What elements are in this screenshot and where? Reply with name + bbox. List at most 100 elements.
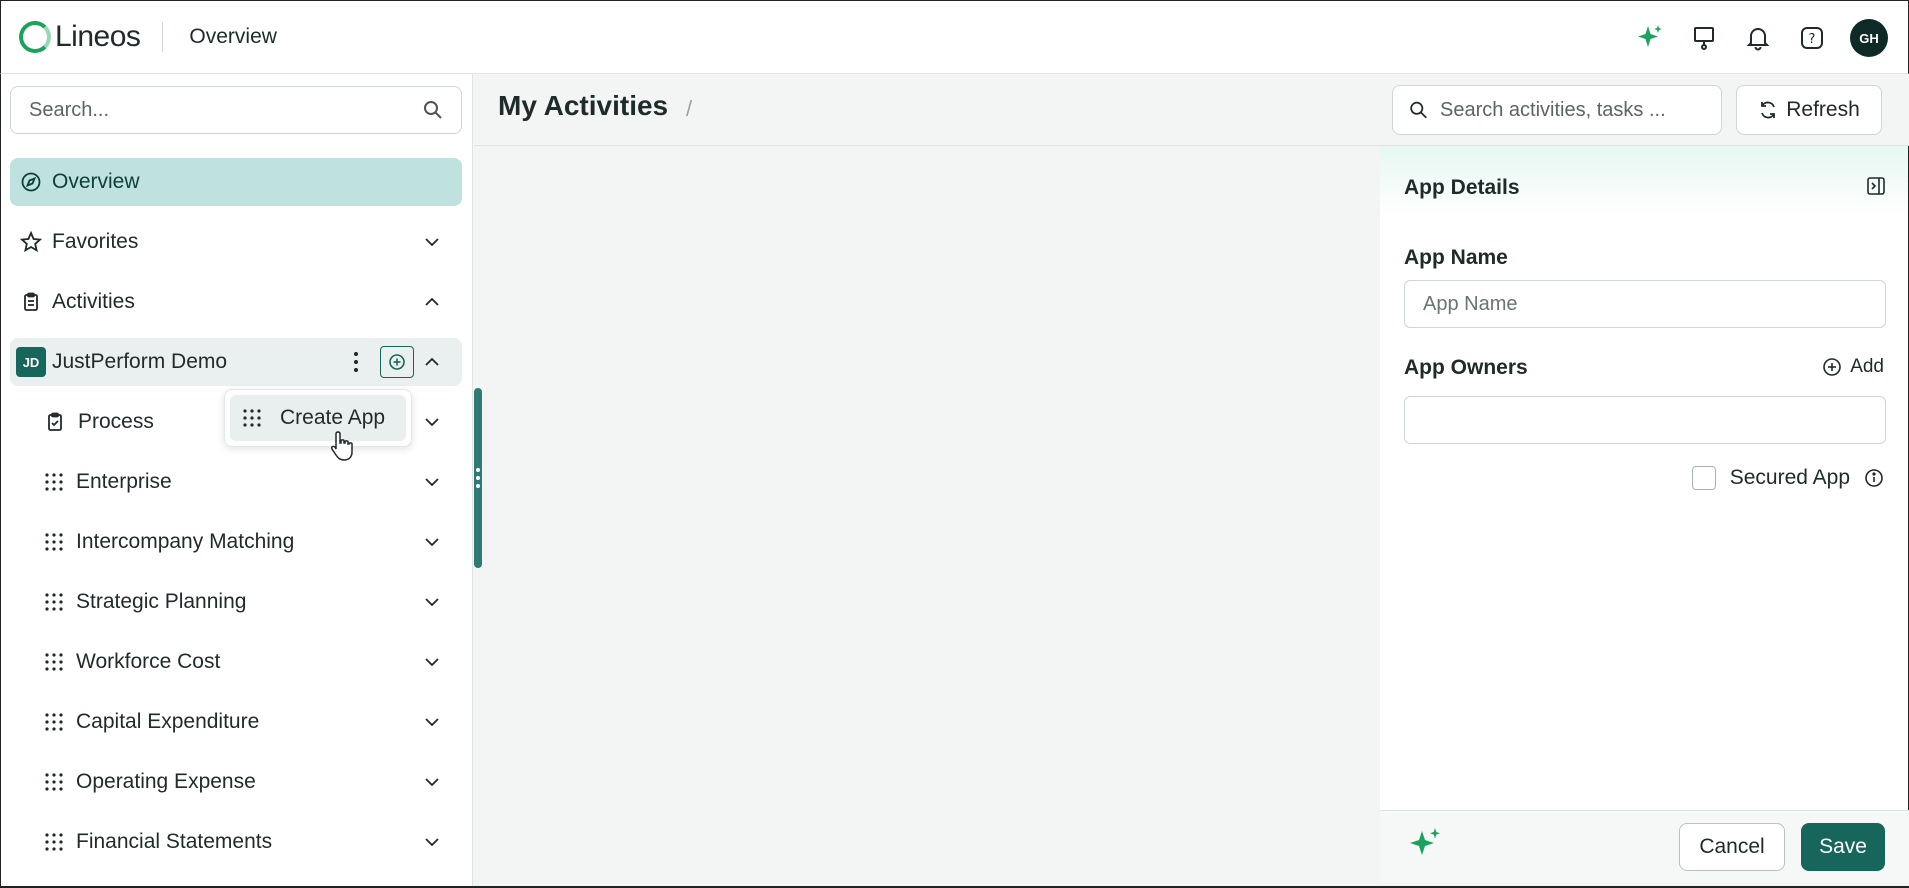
create-app-label: Create App <box>280 406 386 429</box>
grid-icon <box>45 833 63 851</box>
top-bar: Lineos Overview ? GH <box>0 0 1909 74</box>
refresh-button[interactable]: Refresh <box>1736 85 1882 135</box>
more-options-icon[interactable] <box>346 350 366 374</box>
app-name-label: App Name <box>1404 246 1508 269</box>
page-title: Overview <box>189 25 277 48</box>
help-icon[interactable]: ? <box>1796 22 1828 54</box>
ai-sparkle-icon[interactable] <box>1406 825 1446 865</box>
panel-title: App Details <box>1404 176 1520 199</box>
panel-footer: Cancel Save <box>1380 810 1909 882</box>
sidebar-app-label: Financial Statements <box>76 830 273 853</box>
grid-icon <box>45 713 63 731</box>
clipboard-icon <box>48 412 62 431</box>
cancel-button[interactable]: Cancel <box>1679 823 1785 871</box>
main-header: My Activities / Refresh <box>474 74 1909 146</box>
sidebar-app-label: Process <box>78 410 154 433</box>
secured-app-option: Secured App <box>1691 466 1884 490</box>
grid-icon <box>45 533 63 551</box>
sidebar-app-item[interactable]: Intercompany Matching <box>10 518 462 566</box>
grid-icon <box>45 593 63 611</box>
sidebar-app-label: Strategic Planning <box>76 590 247 613</box>
breadcrumb-separator: / <box>686 96 693 121</box>
chevron-down-icon[interactable] <box>422 232 442 252</box>
app-name-input[interactable] <box>1423 292 1867 316</box>
logo-text: Lineos <box>55 20 141 53</box>
hand-cursor-icon <box>330 430 354 467</box>
chevron-down-icon[interactable] <box>422 712 442 732</box>
sidebar-app-item[interactable]: Enterprise <box>10 458 462 506</box>
star-icon <box>20 231 42 253</box>
search-icon <box>424 101 442 119</box>
chevron-down-icon[interactable] <box>422 772 442 792</box>
plus-circle-icon <box>389 354 405 370</box>
svg-text:?: ? <box>1809 32 1816 47</box>
header-actions: ? GH <box>1634 1 1888 75</box>
sidebar-app-item[interactable]: Workforce Cost <box>10 638 462 686</box>
sidebar-app-label: Enterprise <box>76 470 172 493</box>
sidebar-search <box>10 86 462 134</box>
chevron-down-icon[interactable] <box>422 652 442 672</box>
sidebar-app-label: Workforce Cost <box>76 650 221 673</box>
plus-circle-icon <box>1823 358 1841 376</box>
workspace-badge: JD <box>16 347 46 377</box>
sidebar-app-label: Operating Expense <box>76 770 256 793</box>
save-button[interactable]: Save <box>1801 823 1885 871</box>
sidebar-item-workspace[interactable]: JD JustPerform Demo <box>10 338 462 386</box>
create-app-button[interactable]: Create App <box>230 395 406 441</box>
grid-icon <box>45 473 63 491</box>
refresh-icon <box>1761 101 1776 119</box>
panel-header: App Details <box>1380 146 1908 216</box>
app-logo[interactable]: Lineos <box>19 20 141 54</box>
chevron-down-icon[interactable] <box>422 832 442 852</box>
info-icon[interactable] <box>1864 468 1884 488</box>
sidebar-item-overview[interactable]: Overview <box>10 158 462 206</box>
grid-icon <box>45 773 63 791</box>
secured-app-checkbox[interactable] <box>1691 466 1716 490</box>
notification-bell-icon[interactable] <box>1742 22 1774 54</box>
sidebar-item-label: Favorites <box>52 230 139 253</box>
add-app-button[interactable] <box>380 346 414 378</box>
sidebar-item-favorites[interactable]: Favorites <box>10 218 462 266</box>
grid-icon <box>45 653 63 671</box>
sidebar-app-label: Intercompany Matching <box>76 530 295 553</box>
app-owners-label: App Owners <box>1404 356 1528 379</box>
app-name-field <box>1404 280 1886 328</box>
workspace-label: JustPerform Demo <box>52 350 228 373</box>
activities-search <box>1392 85 1722 135</box>
refresh-label: Refresh <box>1786 98 1860 121</box>
collapse-panel-icon[interactable] <box>1866 176 1886 196</box>
chevron-down-icon[interactable] <box>422 592 442 612</box>
chevron-down-icon[interactable] <box>422 472 442 492</box>
create-app-popover: Create App <box>224 389 412 447</box>
chevron-up-icon[interactable] <box>422 292 442 312</box>
sidebar-item-activities[interactable]: Activities <box>10 278 462 326</box>
clipboard-icon <box>24 292 38 311</box>
chevron-up-icon[interactable] <box>422 352 442 372</box>
sidebar-app-item[interactable]: Operating Expense <box>10 758 462 806</box>
sidebar: Overview Favorites Activities JD JustPer… <box>0 74 473 888</box>
secured-app-label: Secured App <box>1729 466 1850 489</box>
grid-icon <box>243 409 261 427</box>
compass-icon <box>21 172 41 192</box>
sidebar-item-label: Activities <box>52 290 135 313</box>
sidebar-app-item[interactable]: Strategic Planning <box>10 578 462 626</box>
logo-ring-icon <box>19 21 51 53</box>
sidebar-app-item[interactable]: Financial Statements <box>10 818 462 866</box>
activities-search-input[interactable] <box>1440 98 1705 122</box>
sidebar-app-label: Capital Expenditure <box>76 710 260 733</box>
add-label: Add <box>1850 356 1884 377</box>
app-details-panel: App Details App Name App Owners Add Secu… <box>1380 146 1909 882</box>
sidebar-app-item[interactable]: Capital Expenditure <box>10 698 462 746</box>
chevron-down-icon[interactable] <box>422 412 442 432</box>
user-avatar[interactable]: GH <box>1850 19 1888 57</box>
sidebar-item-label: Overview <box>52 170 140 193</box>
chevron-down-icon[interactable] <box>422 532 442 552</box>
header-divider <box>162 22 164 52</box>
search-icon <box>1410 101 1427 119</box>
ai-sparkle-icon[interactable] <box>1634 22 1666 54</box>
add-owner-button[interactable]: Add <box>1822 356 1884 378</box>
sidebar-search-input[interactable] <box>29 98 423 122</box>
panel-resize-handle[interactable] <box>474 388 482 568</box>
app-owners-field[interactable] <box>1404 396 1886 444</box>
presentation-icon[interactable] <box>1688 22 1720 54</box>
